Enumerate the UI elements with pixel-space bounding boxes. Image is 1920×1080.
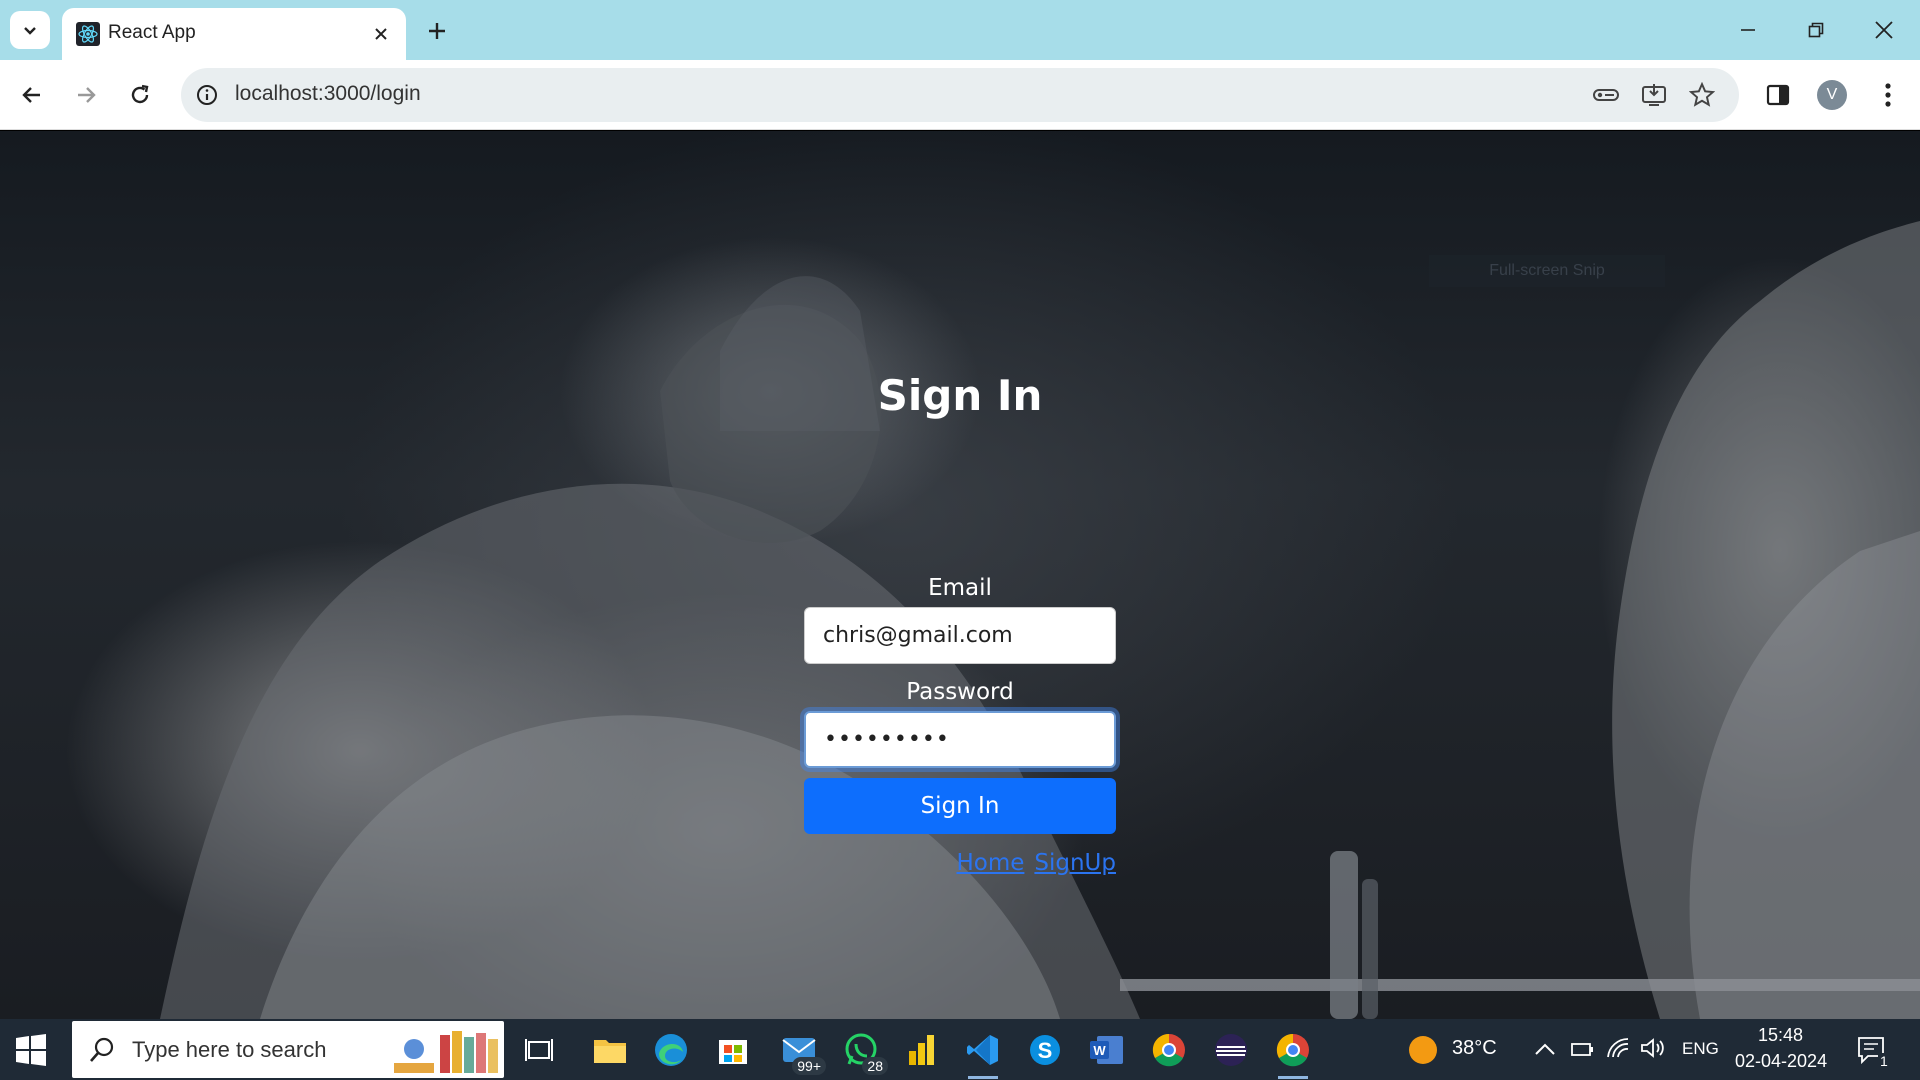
forward-button[interactable] (64, 73, 108, 117)
react-favicon-icon (76, 22, 100, 46)
signin-button[interactable]: Sign In (804, 778, 1116, 834)
search-placeholder: Type here to search (132, 1037, 327, 1062)
svg-text:S: S (1038, 1038, 1053, 1063)
arrow-left-icon (22, 87, 40, 103)
page-viewport: Full-screen Snip Sign In Email Password … (0, 131, 1920, 1019)
edge-browser-app[interactable] (648, 1027, 694, 1073)
vscode-app[interactable] (960, 1027, 1006, 1079)
chevron-down-icon (24, 27, 36, 35)
wifi-icon[interactable] (1606, 1037, 1630, 1059)
form-links: Home SignUp (946, 850, 1116, 876)
clock-date[interactable]: 02-04-2024 (1735, 1051, 1827, 1072)
tab-react-app[interactable]: React App (62, 8, 406, 60)
word-app[interactable]: W (1084, 1027, 1130, 1073)
url-text[interactable]: localhost:3000/login (235, 82, 421, 106)
side-panel-button[interactable] (1756, 73, 1800, 117)
store-icon (719, 1040, 747, 1064)
folder-icon (594, 1040, 626, 1063)
site-info-button[interactable] (193, 81, 221, 109)
back-button[interactable] (10, 73, 54, 117)
key-icon (1593, 89, 1619, 101)
chevron-up-icon[interactable] (1534, 1041, 1556, 1057)
whatsapp-badge: 28 (862, 1057, 888, 1075)
battery-icon[interactable] (1570, 1039, 1594, 1059)
file-explorer-app[interactable] (587, 1027, 633, 1073)
reload-icon (131, 84, 149, 104)
address-bar[interactable]: localhost:3000/login (181, 68, 1739, 122)
power-bi-icon (909, 1035, 934, 1065)
minimize-icon (1741, 29, 1755, 31)
microsoft-store-app[interactable] (710, 1027, 756, 1073)
browser-tab-strip: React App (0, 0, 1920, 60)
active-indicator (1278, 1076, 1308, 1079)
minimize-button[interactable] (1724, 10, 1772, 50)
windows-start-icon[interactable] (14, 1033, 48, 1067)
bookmark-button[interactable] (1687, 80, 1717, 110)
chrome-profile-app[interactable] (1270, 1027, 1316, 1079)
chrome-app[interactable] (1146, 1027, 1192, 1073)
snip-tooltip: Full-screen Snip (1429, 255, 1665, 287)
signup-link[interactable]: SignUp (1034, 850, 1116, 876)
password-field[interactable] (804, 711, 1116, 768)
task-view-button[interactable] (516, 1027, 562, 1073)
power-bi-app[interactable] (898, 1027, 944, 1073)
skype-icon: S (1030, 1035, 1060, 1065)
close-icon (375, 28, 387, 40)
email-field[interactable] (804, 607, 1116, 664)
browser-menu-button[interactable] (1866, 73, 1910, 117)
chrome-icon (1152, 1033, 1185, 1067)
notification-count: 1 (1878, 1053, 1890, 1069)
tab-title: React App (108, 22, 196, 43)
side-panel-icon (1766, 84, 1790, 106)
svg-text:W: W (1093, 1043, 1106, 1058)
page-title: Sign In (877, 371, 1043, 420)
install-icon (1642, 84, 1666, 106)
password-key-button[interactable] (1591, 80, 1621, 110)
search-highlight-books-icon (394, 1031, 498, 1073)
search-icon (90, 1037, 114, 1062)
arrow-right-icon (78, 87, 96, 103)
restore-icon (1808, 22, 1824, 38)
install-app-button[interactable] (1639, 80, 1669, 110)
profile-avatar[interactable]: V (1817, 80, 1847, 110)
chrome-icon (1276, 1033, 1309, 1067)
more-vertical-icon (1885, 83, 1891, 107)
plus-icon (429, 23, 445, 39)
task-view-icon (525, 1039, 553, 1061)
new-tab-button[interactable] (420, 14, 454, 48)
whatsapp-app[interactable]: 28 (838, 1027, 888, 1075)
mail-app[interactable]: 99+ (776, 1027, 826, 1075)
restore-button[interactable] (1792, 10, 1840, 50)
tab-search-button[interactable] (10, 11, 50, 49)
star-icon (1689, 82, 1715, 107)
mail-badge: 99+ (792, 1057, 826, 1075)
weather-temperature[interactable]: 38°C (1452, 1037, 1497, 1060)
close-window-button[interactable] (1860, 10, 1908, 50)
active-indicator (968, 1076, 998, 1079)
volume-icon[interactable] (1640, 1037, 1666, 1059)
eclipse-icon (1215, 1034, 1247, 1066)
tab-close-button[interactable] (368, 21, 394, 47)
clock-time[interactable]: 15:48 (1758, 1025, 1803, 1046)
home-link[interactable]: Home (956, 850, 1024, 876)
vscode-icon (967, 1035, 998, 1065)
close-icon (1875, 21, 1893, 39)
reload-button[interactable] (118, 73, 162, 117)
weather-sun-icon[interactable] (1408, 1035, 1438, 1065)
word-icon: W (1090, 1036, 1123, 1064)
email-label: Email (928, 575, 992, 601)
language-indicator[interactable]: ENG (1682, 1039, 1719, 1059)
skype-app[interactable]: S (1022, 1027, 1068, 1073)
browser-toolbar: localhost:3000/login V (0, 60, 1920, 130)
taskbar-search-box[interactable]: Type here to search (72, 1021, 504, 1078)
eclipse-app[interactable] (1208, 1027, 1254, 1073)
info-icon (197, 85, 217, 105)
password-label: Password (906, 679, 1014, 705)
windows-taskbar: Type here to search 99+ 28 S W 38°C ENG … (0, 1019, 1920, 1080)
edge-icon (655, 1034, 687, 1066)
